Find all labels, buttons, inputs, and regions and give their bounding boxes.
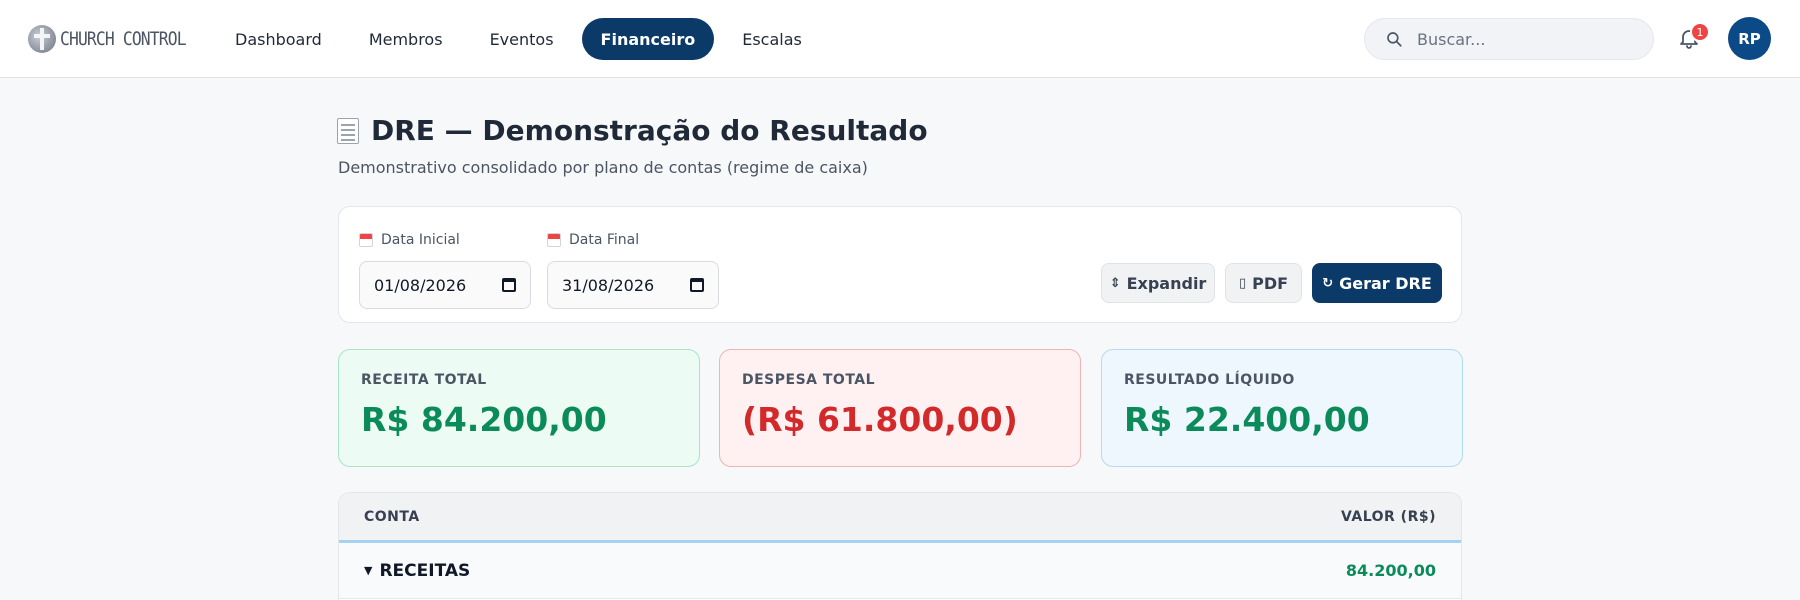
- revenue-total-label: RECEITA TOTAL: [361, 372, 487, 388]
- table-row-receitas[interactable]: ▼ RECEITAS 84.200,00: [339, 543, 1461, 599]
- revenue-total-value: R$ 84.200,00: [361, 400, 607, 439]
- page-title-text: DRE — Demonstração do Resultado: [371, 114, 928, 147]
- document-icon: ▯: [1238, 275, 1247, 291]
- top-navigation-bar: CHURCH CONTROL Dashboard Membros Eventos…: [0, 0, 1800, 78]
- start-date-label-text: Data Inicial: [381, 232, 460, 248]
- table-header: CONTA VALOR (R$): [339, 493, 1461, 543]
- generate-dre-button-label: Gerar DRE: [1339, 273, 1432, 293]
- nav-item-membros[interactable]: Membros: [350, 18, 462, 60]
- filter-card: Data Inicial 01/08/2026 Data Final 31/08…: [338, 206, 1462, 323]
- column-header-value: VALOR (R$): [1340, 508, 1436, 525]
- app-logo[interactable]: CHURCH CONTROL: [28, 22, 206, 56]
- start-date-input[interactable]: 01/08/2026: [359, 261, 531, 309]
- expense-total-card: DESPESA TOTAL (R$ 61.800,00): [719, 349, 1081, 467]
- expand-icon: ⇕: [1109, 275, 1121, 291]
- net-result-label: RESULTADO LÍQUIDO: [1124, 372, 1295, 388]
- pdf-button-label: PDF: [1252, 273, 1289, 293]
- row-label-text: RECEITAS: [379, 560, 471, 581]
- notification-count-badge: 1: [1690, 22, 1710, 42]
- expand-button-label: Expandir: [1126, 273, 1207, 293]
- row-value: 84.200,00: [1345, 561, 1436, 580]
- receipt-icon: [337, 117, 359, 144]
- refresh-icon: ↻: [1322, 275, 1334, 291]
- net-result-card: RESULTADO LÍQUIDO R$ 22.400,00: [1101, 349, 1463, 467]
- calendar-icon: [359, 233, 373, 247]
- search-icon: [1387, 32, 1402, 47]
- date-picker-icon[interactable]: [502, 278, 516, 292]
- pdf-button[interactable]: ▯ PDF: [1225, 263, 1302, 303]
- end-date-label: Data Final: [547, 229, 719, 251]
- column-header-account: CONTA: [364, 508, 420, 525]
- net-result-value: R$ 22.400,00: [1124, 400, 1370, 439]
- app-logo-text: CHURCH CONTROL: [60, 28, 187, 50]
- dre-table: CONTA VALOR (R$) ▼ RECEITAS 84.200,00: [338, 492, 1462, 600]
- search-input[interactable]: [1417, 29, 1637, 49]
- end-date-label-text: Data Final: [569, 232, 640, 248]
- expand-button[interactable]: ⇕ Expandir: [1101, 263, 1215, 303]
- expense-total-value: (R$ 61.800,00): [742, 400, 1018, 439]
- page-title: DRE — Demonstração do Resultado: [337, 114, 928, 147]
- expense-total-label: DESPESA TOTAL: [742, 372, 876, 388]
- row-label: ▼ RECEITAS: [364, 561, 470, 581]
- start-date-value: 01/08/2026: [374, 275, 467, 295]
- search-box: [1364, 18, 1654, 60]
- end-date-input[interactable]: 31/08/2026: [547, 261, 719, 309]
- main-nav: Dashboard Membros Eventos Financeiro Esc…: [216, 18, 830, 60]
- church-logo-icon: [28, 25, 56, 53]
- nav-item-dashboard[interactable]: Dashboard: [216, 18, 341, 60]
- generate-dre-button[interactable]: ↻ Gerar DRE: [1312, 263, 1442, 303]
- end-date-field: Data Final 31/08/2026: [547, 229, 719, 309]
- nav-item-eventos[interactable]: Eventos: [471, 18, 573, 60]
- end-date-value: 31/08/2026: [562, 275, 655, 295]
- start-date-field: Data Inicial 01/08/2026: [359, 229, 531, 309]
- calendar-icon: [547, 233, 561, 247]
- page-subtitle: Demonstrativo consolidado por plano de c…: [338, 158, 868, 177]
- nav-item-escalas[interactable]: Escalas: [723, 18, 821, 60]
- start-date-label: Data Inicial: [359, 229, 531, 251]
- caret-down-icon[interactable]: ▼: [364, 564, 372, 577]
- nav-item-financeiro[interactable]: Financeiro: [581, 18, 715, 60]
- revenue-total-card: RECEITA TOTAL R$ 84.200,00: [338, 349, 700, 467]
- user-avatar[interactable]: RP: [1728, 17, 1771, 60]
- date-picker-icon[interactable]: [690, 278, 704, 292]
